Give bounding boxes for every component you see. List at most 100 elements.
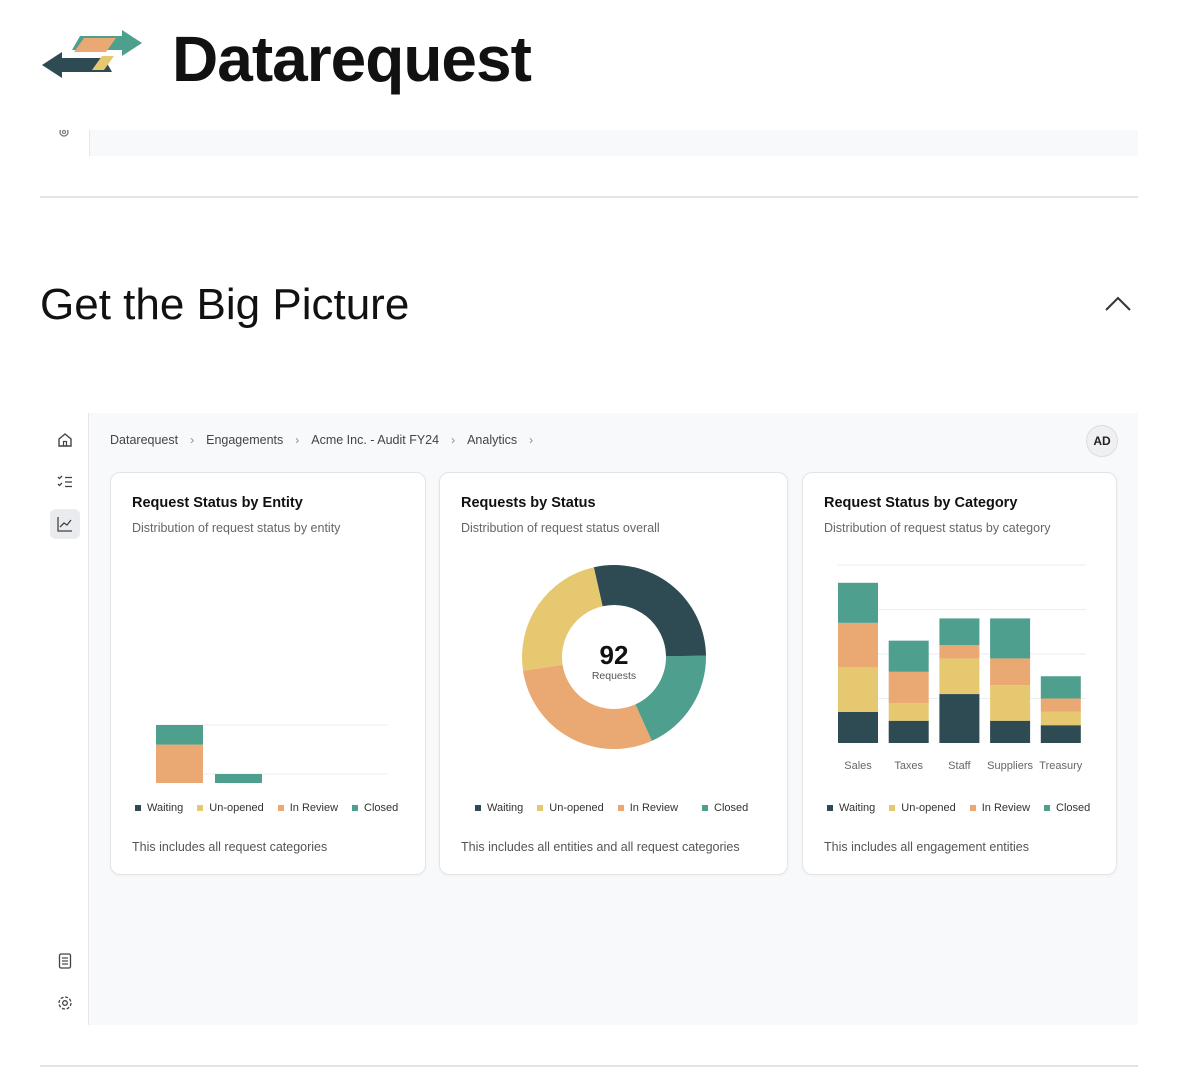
donut-slice-un-opened [522, 567, 603, 671]
app-screenshot: Datarequest › Engagements › Acme Inc. - … [40, 413, 1138, 1025]
chevron-right-icon: › [451, 433, 456, 447]
legend-swatch [135, 805, 141, 811]
card-subtitle: Distribution of request status by entity [132, 521, 341, 535]
bar-segment-in-review [838, 622, 878, 668]
bar-segment-closed [838, 582, 878, 623]
page: Datarequest Get the Big Picture Datarequ… [0, 0, 1179, 1078]
legend-swatch [969, 805, 976, 811]
home-icon[interactable] [50, 425, 80, 455]
legend-item-in-review: In Review [277, 802, 339, 814]
legend-item-unopened: Un-opened [537, 802, 604, 814]
chart-card-status: Requests by Status Distribution of reque… [439, 472, 788, 875]
legend-item-in-review: In Review [617, 802, 679, 814]
bar-segment-waiting [990, 720, 1031, 743]
bar-segment-closed [990, 618, 1031, 659]
document-icon[interactable] [50, 946, 80, 976]
legend-label: Un-opened [209, 802, 264, 814]
card-title: Requests by Status [461, 495, 596, 511]
stacked-bar-chart-entity: Entity AEntity BEntity CEntity D [156, 724, 388, 783]
legend-item-unopened: Un-opened [889, 802, 956, 814]
bar-segment-in-review [939, 645, 980, 659]
chart-legend: Waiting Un-opened In Review Closed [827, 802, 1090, 814]
legend-item-waiting: Waiting [135, 802, 183, 814]
legend-item-closed: Closed [702, 802, 748, 814]
legend-label: Closed [714, 802, 749, 814]
breadcrumb-item[interactable]: Analytics [467, 433, 517, 447]
legend-label: In Review [629, 802, 679, 814]
x-tick-label: Treasury [1039, 760, 1082, 772]
chevron-up-icon[interactable] [1098, 286, 1138, 322]
x-tick-label: Taxes [894, 760, 923, 772]
legend-label: Un-opened [549, 802, 604, 814]
section-divider [40, 196, 1138, 198]
legend-swatch [475, 805, 481, 811]
bar-segment-in-review [990, 658, 1031, 686]
chevron-right-icon: › [529, 433, 534, 447]
bar-segment-closed [939, 618, 980, 646]
legend-label: Closed [1056, 802, 1091, 814]
card-title: Request Status by Category [824, 495, 1018, 511]
x-tick-label: Suppliers [987, 760, 1033, 772]
legend-item-closed: Closed [1044, 802, 1090, 814]
checklist-icon[interactable] [50, 467, 80, 497]
bar-segment-closed [888, 640, 929, 672]
bar-segment-waiting [888, 720, 929, 743]
legend-label: In Review [289, 802, 339, 814]
legend-swatch [277, 805, 284, 811]
bar-segment-in-review [888, 671, 929, 703]
side-rail [40, 413, 89, 1025]
brand-name: Datarequest [172, 23, 532, 95]
legend-label: Un-opened [901, 802, 956, 814]
breadcrumb: Datarequest › Engagements › Acme Inc. - … [110, 433, 545, 447]
legend-swatch [702, 805, 709, 811]
legend-item-waiting: Waiting [475, 802, 523, 814]
settings-gear-icon[interactable] [50, 988, 80, 1018]
bar-segment-in-review [156, 744, 203, 783]
legend-label: Waiting [147, 802, 184, 814]
bar-segment-waiting [1040, 725, 1081, 743]
bar-segment-un-opened [1040, 711, 1081, 726]
legend-label: Closed [364, 802, 399, 814]
bar-segment-un-opened [838, 667, 878, 712]
legend-swatch [889, 805, 896, 811]
chart-legend: Waiting Un-opened In Review Closed [475, 802, 748, 814]
legend-item-waiting: Waiting [827, 802, 875, 814]
bar-segment-un-opened [888, 702, 929, 721]
legend-swatch [1044, 805, 1051, 811]
top-bar: Datarequest [0, 0, 1179, 130]
legend-label: Waiting [487, 802, 524, 814]
card-subtitle: Distribution of request status overall [461, 521, 660, 535]
bar-segment-closed [156, 725, 203, 745]
legend-item-unopened: Un-opened [197, 802, 264, 814]
card-subtitle: Distribution of request status by catego… [824, 521, 1051, 535]
legend-item-closed: Closed [352, 802, 398, 814]
breadcrumb-item[interactable]: Acme Inc. - Audit FY24 [311, 433, 439, 447]
donut-center-label: Requests [592, 670, 636, 682]
bar-segment-in-review [1040, 698, 1081, 712]
analytics-icon[interactable] [50, 509, 80, 539]
breadcrumb-item[interactable]: Datarequest [110, 433, 178, 447]
avatar[interactable]: AD [1086, 425, 1118, 457]
chevron-right-icon: › [295, 433, 300, 447]
card-footer: This includes all engagement entities [824, 840, 1029, 854]
legend-label: In Review [981, 802, 1031, 814]
card-footer: This includes all entities and all reque… [461, 840, 740, 854]
breadcrumb-item[interactable]: Engagements [206, 433, 283, 447]
bar-segment-waiting [838, 711, 878, 743]
legend-swatch [352, 805, 359, 811]
card-title: Request Status by Entity [132, 495, 303, 511]
donut-chart-status: 92 Requests [522, 565, 706, 749]
donut-center-value: 92 [600, 640, 629, 670]
chart-card-entity: Request Status by Entity Distribution of… [110, 472, 426, 875]
chart-card-category: Request Status by Category Distribution … [802, 472, 1117, 875]
bar-segment-un-opened [990, 685, 1031, 721]
bar-segment-un-opened [939, 658, 980, 695]
section-title: Get the Big Picture [40, 280, 410, 329]
previous-section-preview [40, 128, 1138, 156]
bar-segment-closed [1040, 676, 1081, 699]
legend-item-in-review: In Review [969, 802, 1031, 814]
legend-swatch [617, 805, 624, 811]
legend-swatch [827, 805, 833, 811]
logo-arrows-icon [42, 30, 142, 78]
chevron-right-icon: › [190, 433, 195, 447]
